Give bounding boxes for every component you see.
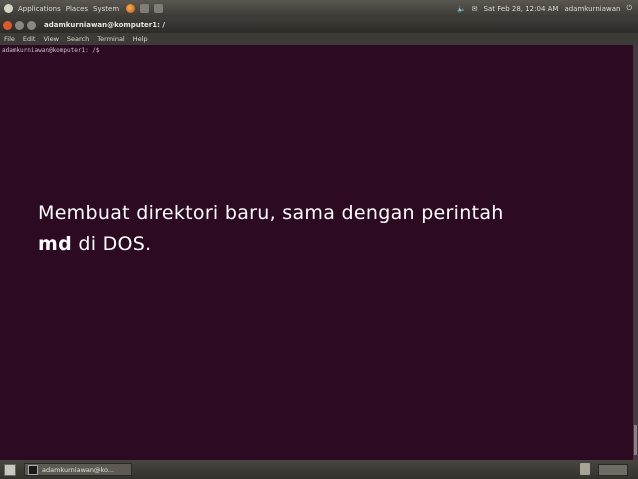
help-icon[interactable] <box>140 4 150 13</box>
terminal-menubar: File Edit View Search Terminal Help <box>0 33 638 45</box>
menu-view[interactable]: View <box>43 35 58 43</box>
caption-line-1: Membuat direktori baru, sama dengan peri… <box>38 202 504 224</box>
top-panel: Applications Places System 🔈 ✉ Sat Feb 2… <box>0 0 638 17</box>
show-desktop-icon[interactable] <box>4 463 16 476</box>
window-title: adamkurniawan@komputer1: / <box>44 21 165 29</box>
caption-line-2: di DOS. <box>72 233 152 255</box>
menu-search[interactable]: Search <box>67 35 89 43</box>
places-menu[interactable]: Places <box>66 5 88 13</box>
bottom-panel: adamkurniawan@ko... <box>0 460 638 479</box>
panel-tray: 🔈 ✉ Sat Feb 28, 12:04 AM adamkurniawan ⏻ <box>457 4 638 13</box>
taskbar-task-label: adamkurniawan@ko... <box>42 465 115 474</box>
close-icon[interactable] <box>3 20 12 30</box>
slide-caption: Membuat direktori baru, sama dengan peri… <box>38 198 618 260</box>
maximize-icon[interactable] <box>27 20 36 30</box>
menu-help[interactable]: Help <box>133 35 148 43</box>
terminal-prompt: adamkurniawan@komputer1: /$ <box>2 47 100 54</box>
applications-menu[interactable]: Applications <box>18 5 61 13</box>
app-launcher-icon[interactable] <box>154 4 164 13</box>
user-menu[interactable]: adamkurniawan <box>564 5 620 13</box>
workspace-switcher[interactable] <box>598 464 628 476</box>
scrollbar[interactable] <box>633 45 638 460</box>
ubuntu-logo-icon[interactable] <box>4 4 13 13</box>
scrollbar-thumb[interactable] <box>634 425 637 455</box>
clock[interactable]: Sat Feb 28, 12:04 AM <box>484 5 559 13</box>
system-menu[interactable]: System <box>93 5 119 13</box>
window-titlebar[interactable]: adamkurniawan@komputer1: / <box>0 17 638 33</box>
caption-command: md <box>38 233 72 255</box>
mail-icon[interactable]: ✉ <box>472 5 478 13</box>
menu-file[interactable]: File <box>4 35 15 43</box>
panel-menus: Applications Places System <box>0 4 164 13</box>
terminal-icon <box>28 464 38 475</box>
menu-edit[interactable]: Edit <box>23 35 36 43</box>
menu-terminal[interactable]: Terminal <box>97 35 124 43</box>
firefox-icon[interactable] <box>126 4 136 13</box>
minimize-icon[interactable] <box>15 20 24 30</box>
trash-icon[interactable] <box>580 463 590 475</box>
volume-icon[interactable]: 🔈 <box>457 5 466 13</box>
power-icon[interactable]: ⏻ <box>626 4 632 13</box>
taskbar-terminal-button[interactable]: adamkurniawan@ko... <box>24 463 132 476</box>
